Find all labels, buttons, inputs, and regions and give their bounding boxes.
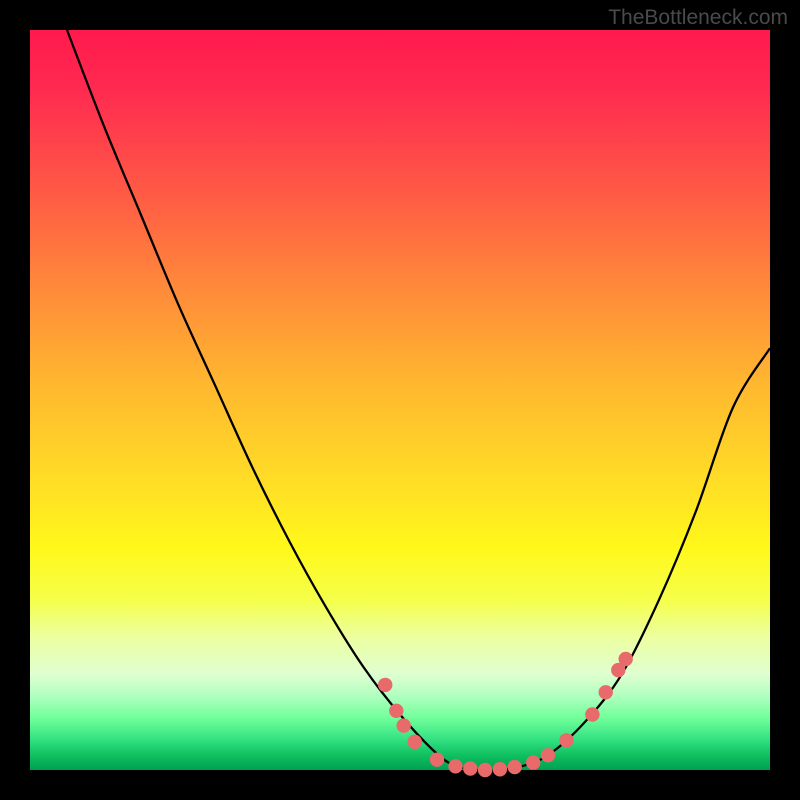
plot-area xyxy=(30,30,770,770)
data-marker xyxy=(430,752,444,766)
curve-svg xyxy=(30,30,770,770)
data-marker xyxy=(559,733,573,747)
watermark-text: TheBottleneck.com xyxy=(608,6,788,30)
chart-container: TheBottleneck.com xyxy=(0,0,800,800)
marker-points xyxy=(378,652,633,777)
data-marker xyxy=(389,704,403,718)
bottleneck-curve xyxy=(67,30,770,770)
data-marker xyxy=(619,652,633,666)
data-marker xyxy=(378,678,392,692)
data-marker xyxy=(397,718,411,732)
data-marker xyxy=(408,735,422,749)
data-marker xyxy=(463,761,477,775)
data-marker xyxy=(493,762,507,776)
data-marker xyxy=(478,763,492,777)
data-marker xyxy=(526,755,540,769)
data-marker xyxy=(585,707,599,721)
data-marker xyxy=(599,685,613,699)
data-marker xyxy=(508,760,522,774)
data-marker xyxy=(541,748,555,762)
data-marker xyxy=(448,759,462,773)
